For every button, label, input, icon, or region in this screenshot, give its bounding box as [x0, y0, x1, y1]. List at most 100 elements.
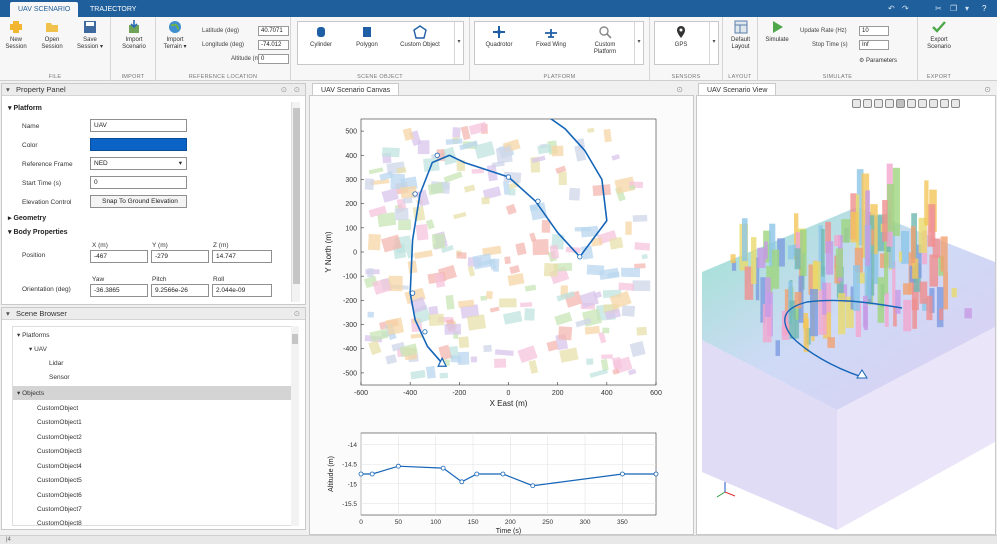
- redo-icon[interactable]: ↷: [902, 4, 909, 13]
- stop-time-field[interactable]: Inf: [859, 40, 889, 50]
- zoom-out-icon[interactable]: [907, 99, 916, 108]
- brush-icon[interactable]: [863, 99, 872, 108]
- tab-uav-scenario[interactable]: UAV SCENARIO: [10, 2, 79, 17]
- platform-section[interactable]: ▾ Platform: [8, 104, 42, 112]
- position-y-field[interactable]: -279: [151, 250, 209, 263]
- open-label: Open Session: [41, 37, 63, 50]
- gps-button[interactable]: GPS: [665, 25, 697, 49]
- parameters-button[interactable]: ⚙ Parameters: [859, 58, 915, 65]
- building-footprint: [486, 290, 493, 300]
- pitch-field[interactable]: 9.2566e-26: [151, 284, 209, 297]
- update-rate-field[interactable]: 10: [859, 26, 889, 36]
- panel-options-icon[interactable]: ⊙: [281, 84, 287, 96]
- name-field[interactable]: UAV: [90, 119, 187, 132]
- pin-icon[interactable]: ▾: [965, 4, 969, 13]
- building-3d: [903, 283, 911, 295]
- tree-item-customobject2[interactable]: CustomObject2: [37, 434, 82, 441]
- sensor-gallery-expand-icon[interactable]: ▾: [709, 22, 718, 64]
- quadrotor-button[interactable]: Quadrotor: [479, 25, 519, 49]
- building-footprint: [629, 185, 636, 190]
- custom-platform-button[interactable]: Custom Platform: [585, 25, 625, 56]
- pan-icon[interactable]: [918, 99, 927, 108]
- roll-field[interactable]: 2.044e-09: [212, 284, 272, 297]
- tree-item-customobject7[interactable]: CustomObject7: [37, 506, 82, 513]
- building-3d: [929, 254, 939, 287]
- polygon-button[interactable]: Polygon: [348, 25, 386, 49]
- tree-item-lidar[interactable]: Lidar: [49, 360, 63, 367]
- position-x-field[interactable]: -467: [90, 250, 148, 263]
- cylinder-button[interactable]: Cylinder: [302, 25, 340, 49]
- position-z-field[interactable]: 14.747: [212, 250, 272, 263]
- tree-item-customobject5[interactable]: CustomObject5: [37, 477, 82, 484]
- longitude-field[interactable]: -74.012: [258, 40, 289, 50]
- scene-gallery-expand-icon[interactable]: ▾: [454, 22, 463, 64]
- property-scrollbar[interactable]: [291, 102, 300, 302]
- altitude-chart[interactable]: 0 50 100 150 200 250 300 350 -14 -14.5 -15 -15.5 Tim…: [309, 425, 694, 535]
- home-icon[interactable]: [951, 99, 960, 108]
- start-time-field[interactable]: 0: [90, 176, 187, 189]
- undo-icon[interactable]: ↶: [888, 4, 895, 13]
- scene-browser-header: ▾ Scene Browser ⊙: [2, 308, 305, 320]
- fixed-wing-button[interactable]: Fixed Wing: [531, 25, 571, 49]
- tree-item-objects[interactable]: ▾ Objects: [13, 386, 291, 400]
- x-tick-label: 200: [552, 390, 564, 397]
- panel-options-icon[interactable]: ⊙: [676, 85, 683, 94]
- yaw-field[interactable]: -36.3865: [90, 284, 148, 297]
- panel-options-icon[interactable]: ⊙: [984, 85, 991, 94]
- simulate-button[interactable]: Simulate: [761, 20, 793, 44]
- tree-item-uav[interactable]: ▾ UAV: [29, 345, 47, 353]
- tree-item-customobject6[interactable]: CustomObject6: [37, 492, 82, 499]
- scene-scrollbar[interactable]: [291, 326, 299, 526]
- restore-view-icon[interactable]: [940, 99, 949, 108]
- save-session-button[interactable]: Save Session ▾: [74, 20, 106, 51]
- open-session-button[interactable]: Open Session: [38, 20, 66, 51]
- y-axis-label: Y North (m): [324, 231, 333, 273]
- tab-trajectory[interactable]: TRAJECTORY: [82, 2, 144, 17]
- 3d-scenario-view[interactable]: [697, 112, 996, 534]
- latitude-field[interactable]: 40.7071: [258, 26, 289, 36]
- geometry-section[interactable]: ▸ Geometry: [8, 214, 46, 222]
- tree-item-sensor[interactable]: Sensor: [49, 374, 70, 381]
- panel-close-icon[interactable]: ⊙: [294, 308, 300, 320]
- building-footprint: [584, 325, 600, 335]
- building-3d: [822, 282, 827, 315]
- altitude-field[interactable]: 0: [258, 54, 289, 64]
- tree-item-customobject3[interactable]: CustomObject3: [37, 448, 82, 455]
- camera-icon[interactable]: [929, 99, 938, 108]
- copy-icon[interactable]: ❐: [950, 4, 957, 13]
- tree-item-customobject8[interactable]: CustomObject8: [37, 520, 82, 527]
- platform-gallery-expand-icon[interactable]: ▾: [634, 22, 643, 64]
- custom-object-button[interactable]: Custom Object: [400, 25, 440, 49]
- import-scenario-button[interactable]: Import Scenario: [119, 20, 149, 51]
- export-scenario-button[interactable]: Export Scenario: [922, 20, 956, 51]
- building-3d: [903, 299, 912, 332]
- reference-location-group: Import Terrain ▾ Latitude (deg) 40.7071 …: [156, 17, 291, 81]
- collapse-icon[interactable]: ▾: [6, 308, 10, 320]
- zoom-in-icon[interactable]: [896, 99, 905, 108]
- tree-item-customobject4[interactable]: CustomObject4: [37, 463, 82, 470]
- building-footprint: [504, 256, 511, 265]
- parameters-label: Parameters: [866, 58, 898, 64]
- building-3d: [825, 241, 834, 275]
- tree-item-customobject[interactable]: CustomObject: [37, 405, 78, 412]
- reference-frame-dropdown[interactable]: NED ▾: [90, 157, 187, 170]
- top-view-map-chart[interactable]: -600 -400 -200 0 200 400 600 -500 -400 -300 -200 -1…: [309, 95, 694, 420]
- rotate-icon[interactable]: [885, 99, 894, 108]
- tree-item-platforms[interactable]: ▾ Platforms: [17, 331, 50, 339]
- new-session-button[interactable]: New Session: [2, 20, 30, 51]
- title-bar: UAV SCENARIO TRAJECTORY ↶ ↷ ✂ ❐ ▾ ?: [0, 0, 997, 17]
- export-view-icon[interactable]: [852, 99, 861, 108]
- import-terrain-button[interactable]: Import Terrain ▾: [160, 20, 190, 51]
- color-picker[interactable]: [90, 138, 187, 151]
- default-layout-button[interactable]: Default Layout: [725, 20, 756, 51]
- help-icon[interactable]: ?: [982, 4, 986, 13]
- tree-item-customobject1[interactable]: CustomObject1: [37, 419, 82, 426]
- y-tick-label: -15.5: [342, 501, 357, 508]
- elevation-control-button[interactable]: Snap To Ground Elevation: [90, 195, 187, 208]
- data-tips-icon[interactable]: [874, 99, 883, 108]
- collapse-icon[interactable]: ▾: [6, 84, 10, 96]
- body-properties-section[interactable]: ▾ Body Properties: [8, 228, 68, 236]
- x-tick-label: -400: [403, 390, 417, 397]
- cut-icon[interactable]: ✂: [935, 4, 942, 13]
- panel-close-icon[interactable]: ⊙: [294, 84, 300, 96]
